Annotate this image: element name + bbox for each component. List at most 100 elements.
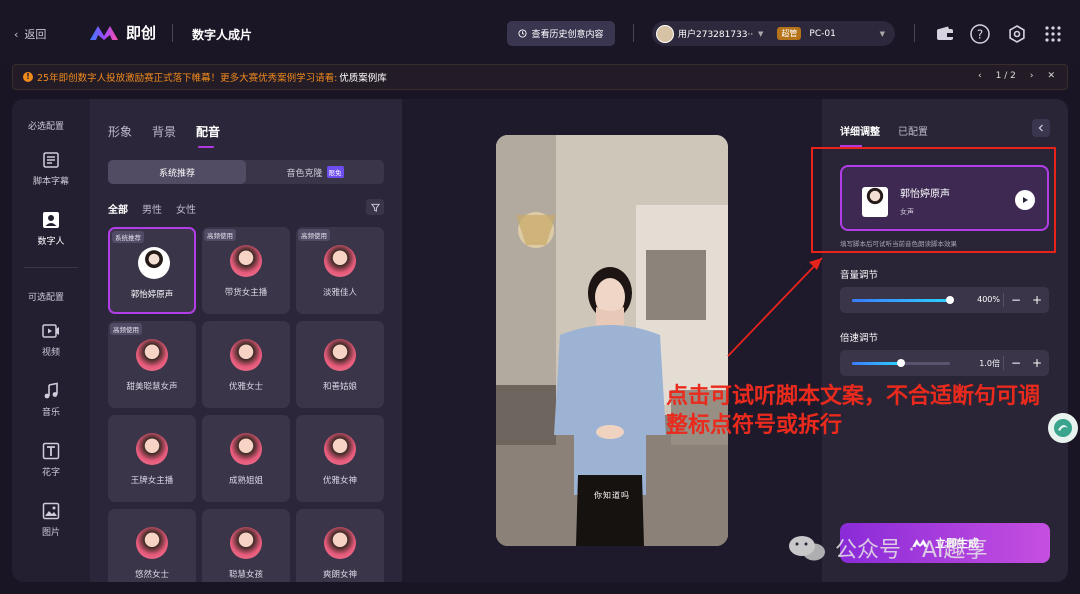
speed-value: 1.0倍 (979, 359, 1000, 368)
volume-increase-button[interactable]: + (1027, 290, 1047, 310)
filter-male[interactable]: 男性 (142, 201, 162, 216)
voice-name: 带货女主播 (224, 288, 268, 298)
voice-card[interactable]: 系统推荐 郭怡婷原声 (108, 227, 196, 314)
banner-pager: 1 / 2 (995, 71, 1016, 81)
filter-female[interactable]: 女性 (176, 201, 196, 216)
avatar (138, 247, 170, 279)
page-title: 数字人成片 (192, 28, 253, 42)
account-selector[interactable]: 用户273281733··· ▼ 超管 PC-01 ▼ (652, 21, 895, 46)
gender-filter: 全部 男性 女性 (108, 201, 196, 216)
avatar (324, 339, 356, 371)
voice-card[interactable]: 高频使用 甜美聪慧女声 (108, 321, 196, 408)
video-subtitle: 你知道吗 (594, 491, 630, 500)
voice-name: 王牌女主播 (130, 476, 174, 486)
rail-item-script[interactable]: 脚本字幕 (12, 151, 90, 187)
voice-card[interactable]: 成熟姐姐 (202, 415, 290, 502)
presenter-illustration (496, 135, 728, 546)
voice-name: 优雅女士 (228, 382, 263, 392)
history-button-label: 查看历史创意内容 (531, 30, 604, 40)
rail-item-video[interactable]: 视频 (12, 322, 90, 358)
avatar (230, 527, 262, 559)
avatar (136, 527, 168, 559)
settings-tabs: 详细调整 已配置 (840, 123, 928, 147)
avatar (136, 433, 168, 465)
voice-source-switch: 系统推荐 音色克隆 限免 (108, 160, 384, 184)
admin-badge: 超管 (777, 27, 802, 40)
voice-card[interactable]: 优雅女士 (202, 321, 290, 408)
volume-slider[interactable] (852, 296, 954, 304)
asset-tabs: 形象 背景 配音 (108, 123, 220, 148)
segment-label: 系统推荐 (158, 168, 195, 179)
chevron-left-icon: ‹ (14, 27, 19, 41)
caret-down-icon[interactable]: ▼ (880, 30, 885, 38)
voice-name: 甜美聪慧女声 (126, 382, 178, 392)
speed-slider-handle[interactable] (897, 359, 905, 367)
rail-item-text-effect[interactable]: 花字 (12, 442, 90, 478)
segment-voice-clone[interactable]: 音色克隆 限免 (246, 160, 384, 184)
rail-item-music[interactable]: 音乐 (12, 382, 90, 418)
volume-value: 400% (977, 295, 1000, 304)
logo-icon (90, 25, 118, 40)
user-name: 用户273281733··· (678, 30, 754, 40)
tab-configured[interactable]: 已配置 (898, 123, 928, 138)
speed-decrease-button[interactable]: − (1006, 353, 1026, 373)
settings-icon[interactable] (1004, 21, 1030, 47)
back-label: 返回 (24, 28, 47, 41)
video-preview-area: 你知道吗 (402, 99, 822, 582)
svg-text:?: ? (977, 28, 983, 42)
floating-assistant-icon[interactable] (1048, 413, 1078, 443)
prev-icon[interactable]: ‹ (978, 71, 982, 81)
voice-name: 优雅女神 (322, 476, 357, 486)
help-icon[interactable]: ? (967, 21, 993, 47)
voice-card[interactable]: 高频使用 淡雅佳人 (296, 227, 384, 314)
speed-increase-button[interactable]: + (1027, 353, 1047, 373)
history-button[interactable]: 查看历史创意内容 (507, 21, 615, 46)
segment-system-recommend[interactable]: 系统推荐 (108, 160, 246, 184)
back-button[interactable]: ‹ 返回 (14, 26, 46, 42)
speed-slider-fill (852, 362, 901, 365)
voice-card[interactable]: 和善姑娘 (296, 321, 384, 408)
banner-link[interactable]: 优质案例库 (339, 70, 387, 84)
rail-item-label: 视频 (41, 348, 60, 358)
annotation-highlight-box (811, 147, 1056, 253)
caret-down-icon[interactable]: ▼ (758, 30, 763, 38)
collapse-panel-icon[interactable] (1032, 119, 1050, 137)
volume-slider-handle[interactable] (946, 296, 954, 304)
voice-tag: 高频使用 (110, 323, 142, 335)
rail-item-avatar[interactable]: 数字人 (12, 211, 90, 247)
avatar (230, 433, 262, 465)
voice-card[interactable]: 爽朗女神 (296, 509, 384, 582)
avatar (136, 339, 168, 371)
voice-card[interactable]: 聪慧女孩 (202, 509, 290, 582)
voice-card[interactable]: 悠然女士 (108, 509, 196, 582)
tab-voice[interactable]: 配音 (196, 123, 220, 148)
voice-library-panel: 形象 背景 配音 系统推荐 音色克隆 限免 全部 男性 女性 系统推荐 郭怡婷原… (90, 99, 402, 582)
rail-item-label: 图片 (41, 528, 60, 538)
next-icon[interactable]: › (1030, 71, 1034, 81)
clock-icon (518, 29, 528, 38)
voice-card[interactable]: 高频使用 带货女主播 (202, 227, 290, 314)
voice-name: 淡雅佳人 (322, 288, 357, 298)
filter-icon[interactable] (366, 199, 384, 215)
optional-config-header: 可选配置 (28, 293, 65, 303)
rail-item-image[interactable]: 图片 (12, 502, 90, 538)
tab-background[interactable]: 背景 (152, 123, 176, 140)
avatar (324, 527, 356, 559)
apps-grid-icon[interactable] (1040, 21, 1066, 47)
filter-all[interactable]: 全部 (108, 201, 128, 216)
segment-label: 音色克隆 (286, 168, 323, 179)
device-name: PC-01 (809, 28, 836, 39)
voice-card[interactable]: 王牌女主播 (108, 415, 196, 502)
close-icon[interactable]: ✕ (1047, 71, 1055, 81)
annotation-line: 点击可试听脚本文案，不合适断句可调 (666, 384, 1041, 409)
tab-detail-adjust[interactable]: 详细调整 (840, 123, 880, 147)
announcement-banner: ! 25年即创数字人投放激励赛正式落下帷幕！更多大赛优秀案例学习请看: 优质案例… (12, 64, 1068, 90)
wallet-icon[interactable] (932, 21, 958, 47)
speed-label: 倍速调节 (840, 333, 879, 344)
speed-slider[interactable] (852, 359, 950, 367)
volume-decrease-button[interactable]: − (1006, 290, 1026, 310)
voice-card[interactable]: 优雅女神 (296, 415, 384, 502)
tab-appearance[interactable]: 形象 (108, 123, 132, 140)
avatar (230, 339, 262, 371)
video-preview[interactable]: 你知道吗 (496, 135, 728, 546)
